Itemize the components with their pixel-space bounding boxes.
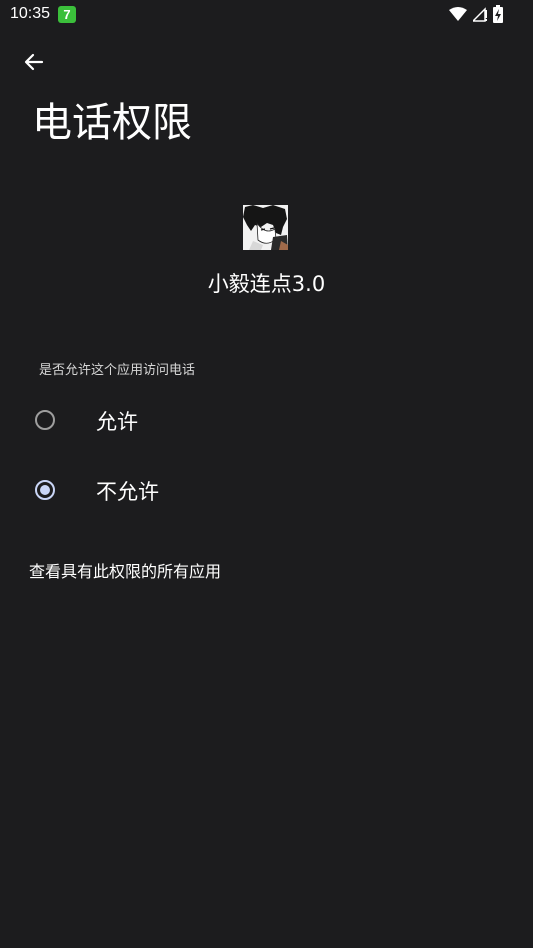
option-allow-label: 允许 <box>96 410 138 434</box>
radio-button-allow[interactable] <box>35 410 55 430</box>
app-icon <box>243 205 288 250</box>
wifi-icon <box>449 7 467 21</box>
radio-selected-dot <box>40 485 50 495</box>
option-deny-label: 不允许 <box>96 480 159 504</box>
signal-icon <box>473 7 487 22</box>
status-bar: 10:35 7 <box>0 0 533 30</box>
radio-button-deny[interactable] <box>35 480 55 500</box>
option-allow[interactable]: 允许 <box>0 392 533 452</box>
app-name: 小毅连点3.0 <box>207 272 326 296</box>
battery-icon <box>493 5 503 23</box>
arrow-left-icon <box>24 53 44 71</box>
back-button[interactable] <box>16 46 50 80</box>
page-title: 电话权限 <box>32 100 192 146</box>
permission-question: 是否允许这个应用访问电话 <box>39 363 196 378</box>
status-time: 10:35 <box>10 5 51 22</box>
notification-badge: 7 <box>58 6 76 23</box>
status-icons <box>449 5 503 23</box>
view-all-apps-link[interactable]: 查看具有此权限的所有应用 <box>29 558 221 582</box>
option-deny[interactable]: 不允许 <box>0 462 533 522</box>
